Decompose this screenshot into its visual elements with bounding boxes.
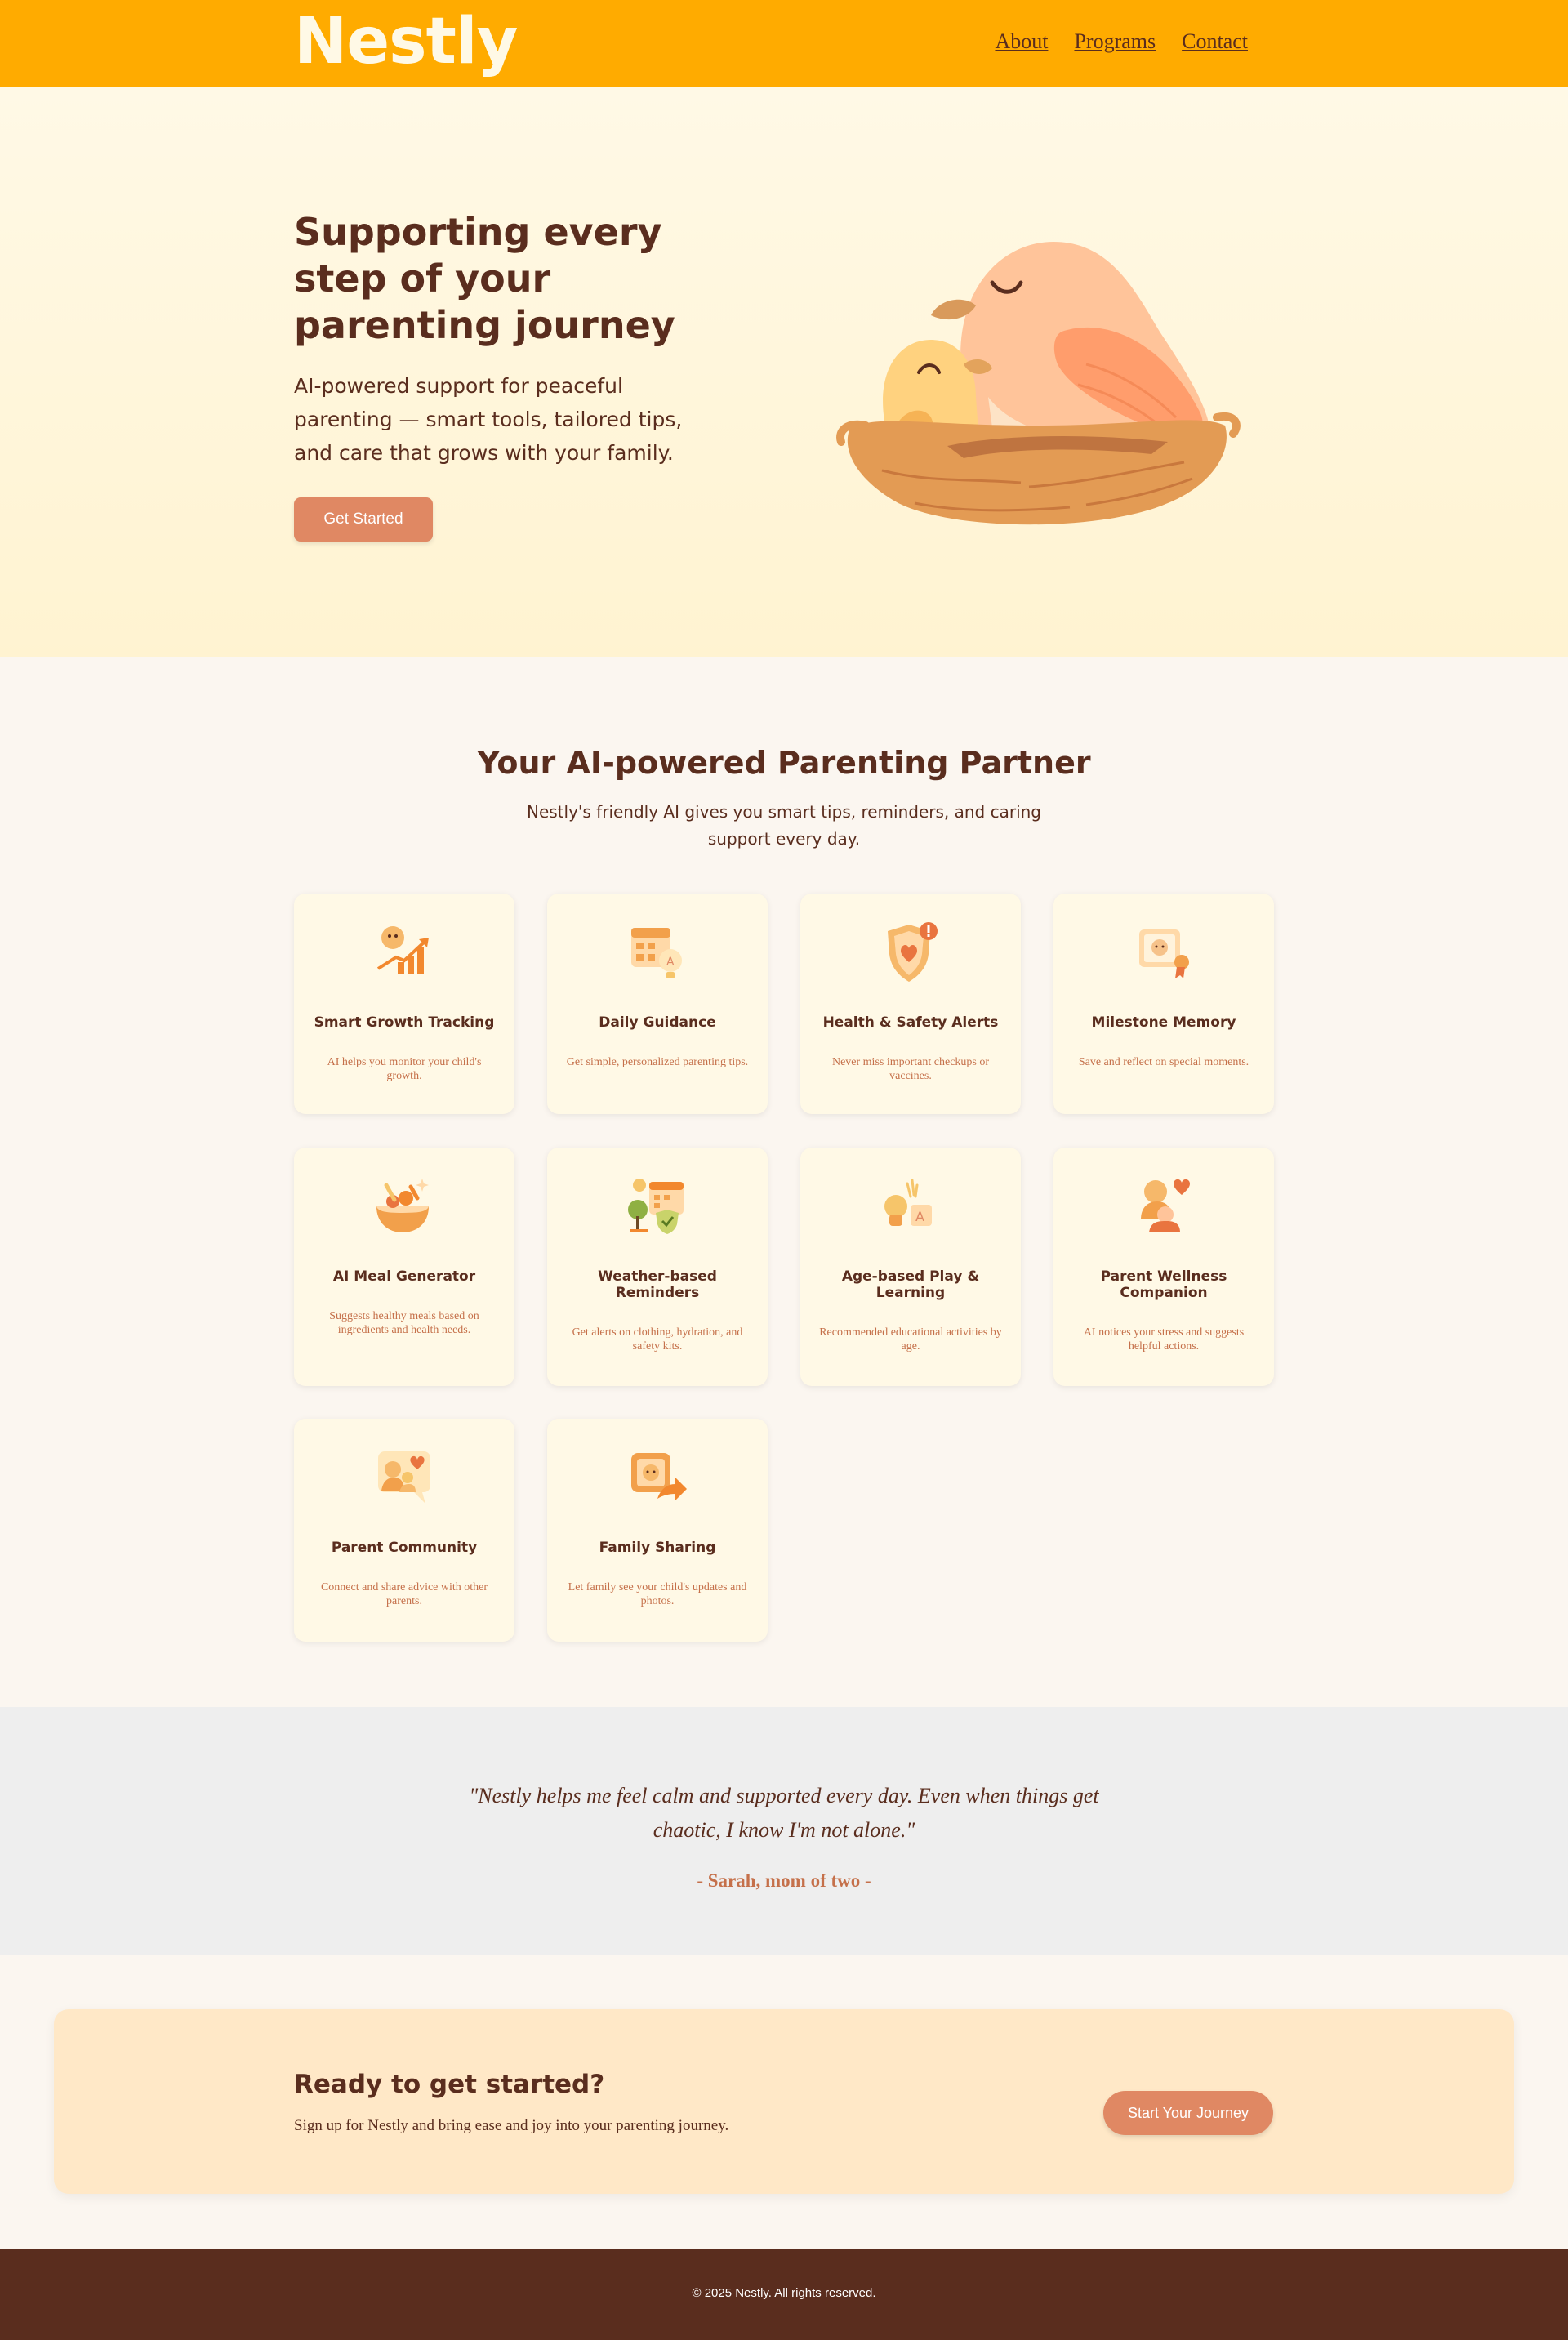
cta-banner: Ready to get started? Sign up for Nestly…	[54, 2009, 1514, 2194]
meal-bowl-icon	[376, 1179, 429, 1232]
feature-card-smart-growth[interactable]: Smart Growth Tracking AI helps you monit…	[294, 894, 514, 1114]
feature-card-play-learning[interactable]: A Age-based Play & Learning Recommended …	[800, 1148, 1021, 1386]
cta-title: Ready to get started?	[294, 2070, 605, 2099]
copyright-text: © 2025 Nestly. All rights reserved.	[692, 2286, 876, 2300]
feature-desc: Recommended educational activities by ag…	[819, 1326, 1002, 1353]
nav-link-programs[interactable]: Programs	[1074, 29, 1156, 54]
feature-title: Weather-based Reminders	[598, 1268, 717, 1301]
main-nav: About Programs Contact	[995, 29, 1248, 54]
feature-title: Age-based Play & Learning	[841, 1268, 980, 1301]
site-footer: © 2025 Nestly. All rights reserved.	[0, 2249, 1568, 2340]
shield-heart-icon	[888, 922, 938, 982]
community-chat-icon	[378, 1451, 430, 1504]
feature-desc: Connect and share advice with other pare…	[320, 1581, 488, 1607]
feature-title: Milestone Memory	[1091, 1014, 1236, 1031]
cta-text: Sign up for Nestly and bring ease and jo…	[294, 2117, 729, 2134]
feature-card-health-safety[interactable]: Health & Safety Alerts Never miss import…	[800, 894, 1021, 1114]
logo[interactable]: Nestly	[294, 5, 518, 78]
feature-desc: Save and reflect on special moments.	[1078, 1056, 1250, 1068]
feature-card-daily-guidance[interactable]: A Daily Guidance Get simple, personalize…	[547, 894, 768, 1114]
feature-title: Parent Wellness Companion	[1100, 1268, 1227, 1301]
play-blocks-icon: A	[884, 1179, 932, 1226]
feature-title: Smart Growth Tracking	[314, 1014, 495, 1031]
feature-title: Family Sharing	[599, 1540, 716, 1556]
testimonial-quote: "Nestly helps me feel calm and supported…	[469, 1784, 1099, 1842]
feature-title: Health & Safety Alerts	[822, 1014, 999, 1031]
testimonial-section: "Nestly helps me feel calm and supported…	[0, 1707, 1568, 1955]
calendar-lightbulb-icon: A	[631, 928, 682, 978]
svg-text:A: A	[666, 956, 675, 969]
testimonial-author: - Sarah, mom of two -	[697, 1870, 871, 1891]
feature-card-ai-meal[interactable]: AI Meal Generator Suggests healthy meals…	[294, 1148, 514, 1386]
birds-in-nest-illustration	[836, 242, 1241, 525]
feature-desc: Get alerts on clothing, hydration, and s…	[572, 1326, 743, 1353]
feature-card-weather-reminders[interactable]: Weather-based Reminders Get alerts on cl…	[547, 1148, 768, 1386]
svg-text:A: A	[915, 1209, 924, 1224]
parent-heart-icon	[1141, 1179, 1190, 1232]
photo-award-icon	[1139, 929, 1189, 978]
feature-desc: Never miss important checkups or vaccine…	[831, 1056, 990, 1082]
feature-desc: Let family see your child's updates and …	[568, 1581, 747, 1607]
hero-subtitle: AI-powered support for peaceful parentin…	[294, 374, 683, 465]
hero-section: Supporting every step of your parenting …	[0, 87, 1568, 657]
feature-desc: AI notices your stress and suggests help…	[1083, 1326, 1245, 1353]
feature-card-family-sharing[interactable]: Family Sharing Let family see your child…	[547, 1419, 768, 1642]
start-journey-button[interactable]: Start Your Journey	[1103, 2091, 1273, 2135]
feature-desc: Suggests healthy meals based on ingredie…	[329, 1310, 479, 1336]
nav-link-contact[interactable]: Contact	[1182, 29, 1248, 54]
feature-card-parent-wellness[interactable]: Parent Wellness Companion AI notices you…	[1054, 1148, 1274, 1386]
feature-title: Daily Guidance	[599, 1014, 716, 1031]
feature-desc: Get simple, personalized parenting tips.	[566, 1056, 749, 1068]
features-title: Your AI-powered Parenting Partner	[477, 745, 1091, 781]
feature-card-parent-community[interactable]: Parent Community Connect and share advic…	[294, 1419, 514, 1642]
feature-title: Parent Community	[331, 1540, 478, 1556]
share-photo-icon	[631, 1453, 687, 1500]
feature-desc: AI helps you monitor your child's growth…	[327, 1056, 482, 1082]
get-started-button[interactable]: Get Started	[294, 497, 433, 542]
site-header: Nestly About Programs Contact	[0, 0, 1568, 87]
nav-link-about[interactable]: About	[995, 29, 1048, 54]
weather-calendar-icon	[628, 1179, 684, 1234]
feature-title: AI Meal Generator	[332, 1268, 476, 1285]
growth-chart-icon	[376, 926, 429, 974]
features-subtitle: Nestly's friendly AI gives you smart tip…	[526, 802, 1041, 849]
feature-card-milestone-memory[interactable]: Milestone Memory Save and reflect on spe…	[1054, 894, 1274, 1114]
hero-title: Supporting every step of your parenting …	[294, 210, 675, 347]
